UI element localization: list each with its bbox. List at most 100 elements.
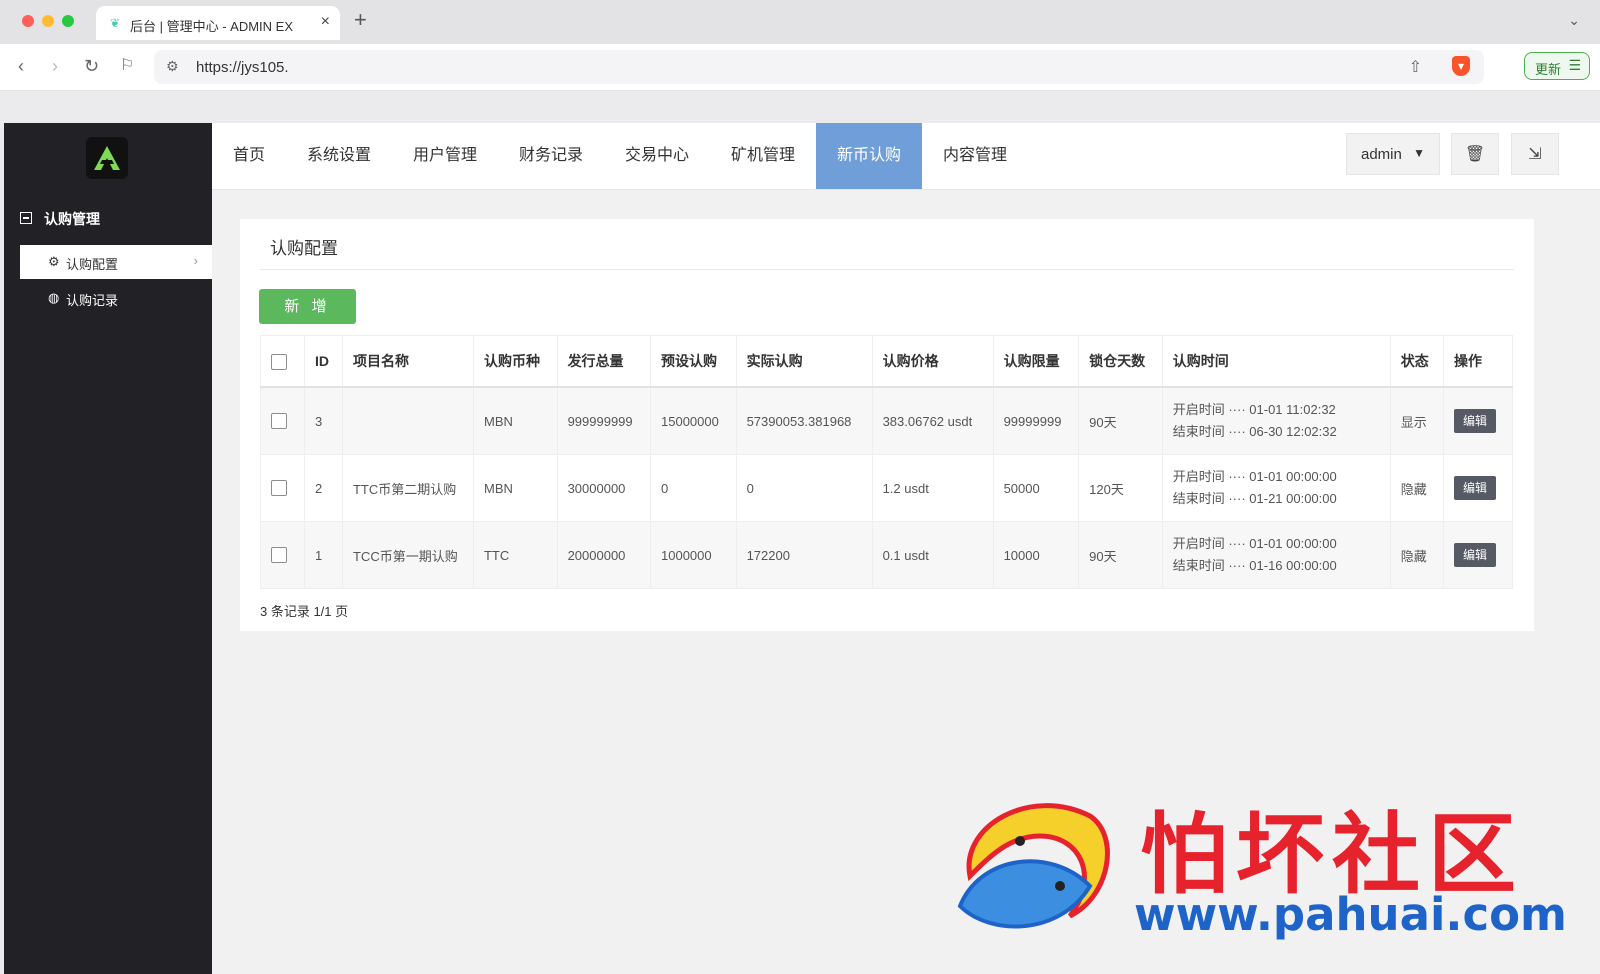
cell-lock-days: 90天 [1078,386,1163,455]
column-header: 发行总量 [556,335,652,388]
select-all-checkbox[interactable] [271,353,287,370]
username: admin [1361,146,1402,163]
cell-lock-days: 90天 [1078,521,1163,589]
start-time: 开启时间 ···· 01-01 11:02:32 [1172,402,1336,417]
app-logo[interactable] [86,137,128,179]
edit-button[interactable]: 编辑 [1454,476,1496,500]
sidebar-item-label: 认购配置 [66,257,119,272]
sidebar: 认购管理 ⚙ 认购配置 › ◍ 认购记录 [4,123,212,974]
cell-name: TTC币第二期认购 [341,454,474,522]
new-tab-button[interactable]: + [354,9,367,31]
start-time: 开启时间 ···· 01-01 00:00:00 [1172,469,1337,484]
cell-preset: 15000000 [650,386,737,455]
browser-toolbar: ‹ › ↻ ⚐ ⚙ https://jys105. ⇧ ▾ 更新 ☰ [0,44,1600,91]
nav-system-settings[interactable]: 系统设置 [286,123,392,189]
browser-titlebar: ❦ 后台 | 管理中心 - ADMIN EX × + ⌄ [0,0,1600,44]
column-header: 锁仓天数 [1078,335,1163,388]
back-icon[interactable]: ‹ [18,55,24,77]
table-row: 2 TTC币第二期认购 MBN 30000000 0 0 1.2 usdt 50… [260,454,1513,522]
share-icon[interactable]: ⇧ [1409,57,1422,77]
column-header: ID [304,335,343,388]
cell-id: 3 [304,386,343,455]
nav-new-coin-subscription[interactable]: 新币认购 [816,123,922,189]
menu-icon: ☰ [1568,57,1581,73]
browser-tab[interactable]: ❦ 后台 | 管理中心 - ADMIN EX × [96,6,340,40]
nav-finance-records[interactable]: 财务记录 [498,123,604,189]
collapse-icon [20,212,32,224]
cell-limit: 50000 [992,454,1080,522]
column-header: 认购币种 [472,335,558,388]
cell-preset: 1000000 [650,521,737,589]
close-tab-icon[interactable]: × [321,13,330,31]
column-header: 认购限量 [992,335,1080,388]
cell-actual: 172200 [735,521,873,589]
nav-trading-center[interactable]: 交易中心 [604,123,710,189]
nav-user-management[interactable]: 用户管理 [392,123,498,189]
maximize-window-button[interactable] [62,15,74,27]
cell-status: 隐藏 [1389,521,1445,589]
cell-total: 30000000 [556,454,652,522]
cell-limit: 99999999 [992,386,1080,455]
cell-limit: 10000 [992,521,1080,589]
row-checkbox[interactable] [271,413,287,430]
cell-price: 383.06762 usdt [871,386,994,455]
nav-content-management[interactable]: 内容管理 [922,123,1028,189]
clear-cache-button[interactable]: 🗑 [1451,133,1499,175]
column-header: 认购价格 [871,335,994,388]
sidebar-item-subscription-config[interactable]: ⚙ 认购配置 › [20,245,212,279]
cell-id: 1 [304,521,343,589]
sidebar-group-subscription[interactable]: 认购管理 [20,209,100,229]
reload-icon[interactable]: ↻ [84,55,99,77]
column-header: 认购时间 [1161,335,1391,388]
edit-button[interactable]: 编辑 [1454,543,1496,567]
nav-miner-management[interactable]: 矿机管理 [710,123,816,189]
close-window-button[interactable] [22,15,34,27]
sidebar-group-label: 认购管理 [44,211,100,227]
logout-button[interactable]: ⇲ [1511,133,1559,175]
tab-title: 后台 | 管理中心 - ADMIN EX [130,19,293,34]
row-checkbox[interactable] [271,547,287,564]
column-header: 状态 [1389,335,1445,388]
column-header: 预设认购 [650,335,737,388]
user-menu-dropdown[interactable]: admin ▼ [1346,133,1440,175]
column-header: 实际认购 [735,335,873,388]
address-bar[interactable]: ⚙ https://jys105. ⇧ ▾ [154,50,1484,84]
end-time: 结束时间 ···· 06-30 12:02:32 [1172,424,1337,439]
end-time: 结束时间 ···· 01-21 00:00:00 [1172,491,1337,506]
cell-status: 显示 [1389,386,1445,455]
trash-icon: 🗑 [1464,146,1486,163]
site-settings-icon[interactable]: ⚙ [166,58,179,75]
tab-list-chevron-icon[interactable]: ⌄ [1568,12,1580,29]
minimize-window-button[interactable] [42,15,54,27]
table-row: 1 TCC币第一期认购 TTC 20000000 1000000 172200 … [260,521,1513,589]
cell-preset: 0 [650,454,737,522]
content-panel: 认购配置 新 增 ID 项目名称 认购币种 发行总量 预设认购 实际认购 认购价… [240,219,1534,631]
brave-shield-icon[interactable]: ▾ [1452,56,1470,76]
cell-status: 隐藏 [1389,454,1445,522]
table-header-row: ID 项目名称 认购币种 发行总量 预设认购 实际认购 认购价格 认购限量 锁仓… [260,335,1513,388]
sidebar-item-label: 认购记录 [66,293,119,308]
bookmark-icon[interactable]: ⚐ [120,55,134,77]
nav-home[interactable]: 首页 [212,123,286,189]
table-row: 3 MBN 999999999 15000000 57390053.381968… [260,386,1513,455]
cell-actual: 0 [735,454,873,522]
logout-icon: ⇲ [1528,146,1542,163]
subscription-table: ID 项目名称 认购币种 发行总量 预设认购 实际认购 认购价格 认购限量 锁仓… [260,335,1513,589]
cell-total: 999999999 [556,386,652,455]
update-button[interactable]: 更新 ☰ [1524,52,1590,80]
top-navigation: 首页 系统设置 用户管理 财务记录 交易中心 矿机管理 新币认购 内容管理 ad… [212,123,1600,190]
watermark-fish-logo [957,803,1110,929]
cell-name: TCC币第一期认购 [341,521,474,589]
column-header: 操作 [1443,335,1513,388]
forward-icon[interactable]: › [52,55,58,77]
sidebar-item-subscription-records[interactable]: ◍ 认购记录 [20,281,212,315]
cell-name [341,386,474,455]
row-checkbox[interactable] [271,480,287,497]
cell-time: 开启时间 ···· 01-01 00:00:00 结束时间 ···· 01-16… [1161,521,1391,589]
url-text[interactable]: https://jys105. [196,59,289,76]
add-button[interactable]: 新 增 [259,289,356,324]
logo-icon [94,146,120,170]
edit-button[interactable]: 编辑 [1454,409,1496,433]
cell-coin: MBN [472,386,558,455]
cell-price: 0.1 usdt [871,521,994,589]
